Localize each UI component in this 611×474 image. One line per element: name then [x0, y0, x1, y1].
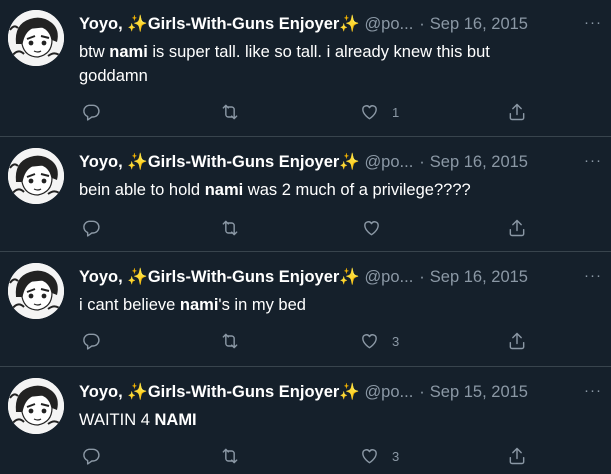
author-handle[interactable]: @po... [364, 268, 413, 286]
reply-button[interactable] [81, 100, 101, 124]
tweet-text: WAITIN 4 NAMI [79, 411, 197, 429]
tweet-text: btw nami is super tall. like so tall. i … [79, 43, 490, 85]
sparkles-emoji: ✨ [127, 383, 148, 401]
like-button[interactable]: 1 [359, 100, 399, 124]
author-name[interactable]: Yoyo, ✨Girls-With-Guns Enjoyer✨ [79, 383, 360, 401]
tweet[interactable]: Yoyo, ✨Girls-With-Guns Enjoyer✨ @po... · S… [0, 138, 611, 252]
share-icon [509, 219, 525, 237]
reply-button[interactable] [81, 216, 101, 240]
author-handle[interactable]: @po... [364, 153, 413, 171]
sparkles-emoji: ✨ [127, 268, 148, 286]
tweet-date[interactable]: Sep 15, 2015 [430, 383, 528, 401]
tweet[interactable]: Yoyo, ✨Girls-With-Guns Enjoyer✨ @po... · S… [0, 368, 611, 474]
sparkles-emoji: ✨ [339, 383, 360, 401]
share-button[interactable] [507, 216, 527, 240]
share-button[interactable] [507, 329, 527, 353]
avatar[interactable] [8, 10, 64, 66]
tweet-date[interactable]: Sep 16, 2015 [430, 268, 528, 286]
tweet-actions: 3 [79, 444, 539, 468]
tweet-actions [79, 216, 539, 240]
like-count: 3 [392, 333, 400, 349]
tweet-header: Yoyo, ✨Girls-With-Guns Enjoyer✨ @po... · S… [79, 153, 528, 171]
retweet-button[interactable] [219, 329, 241, 353]
more-icon[interactable]: ··· [581, 265, 605, 287]
reply-icon [83, 333, 100, 350]
tweet-text: bein able to hold nami was 2 much of a p… [79, 181, 471, 199]
like-count: 3 [392, 448, 400, 464]
retweet-icon [222, 333, 238, 349]
sparkles-emoji: ✨ [127, 153, 148, 171]
author-name[interactable]: Yoyo, ✨Girls-With-Guns Enjoyer✨ [79, 15, 360, 33]
author-name[interactable]: Yoyo, ✨Girls-With-Guns Enjoyer✨ [79, 268, 360, 286]
sparkles-emoji: ✨ [127, 15, 148, 33]
retweet-icon [222, 448, 238, 464]
avatar[interactable] [8, 378, 64, 434]
share-button[interactable] [507, 444, 527, 468]
tweet[interactable]: Yoyo, ✨Girls-With-Guns Enjoyer✨ @po... · S… [0, 0, 611, 137]
author-handle[interactable]: @po... [364, 15, 413, 33]
divider [0, 136, 611, 137]
more-icon[interactable]: ··· [581, 12, 605, 34]
author-name[interactable]: Yoyo, ✨Girls-With-Guns Enjoyer✨ [79, 153, 360, 171]
reply-button[interactable] [81, 329, 101, 353]
retweet-icon [222, 220, 238, 236]
reply-icon [83, 448, 100, 465]
retweet-button[interactable] [219, 216, 241, 240]
tweet-header: Yoyo, ✨Girls-With-Guns Enjoyer✨ @po... · S… [79, 268, 528, 286]
sparkles-emoji: ✨ [339, 15, 360, 33]
share-icon [509, 103, 525, 121]
tweet-header: Yoyo, ✨Girls-With-Guns Enjoyer✨ @po... · S… [79, 15, 528, 33]
reply-button[interactable] [81, 444, 101, 468]
sparkles-emoji: ✨ [339, 268, 360, 286]
divider [0, 251, 611, 252]
share-icon [509, 447, 525, 465]
heart-icon [364, 221, 379, 236]
retweet-button[interactable] [219, 444, 241, 468]
reply-icon [83, 220, 100, 237]
sparkles-emoji: ✨ [339, 153, 360, 171]
tweet[interactable]: Yoyo, ✨Girls-With-Guns Enjoyer✨ @po... · S… [0, 253, 611, 367]
share-button[interactable] [507, 100, 527, 124]
tweet-header: Yoyo, ✨Girls-With-Guns Enjoyer✨ @po... · S… [79, 383, 528, 401]
like-button[interactable]: 3 [359, 329, 399, 353]
like-count: 1 [392, 104, 400, 120]
like-button[interactable] [361, 216, 394, 240]
like-button[interactable]: 3 [359, 444, 399, 468]
more-icon[interactable]: ··· [581, 380, 605, 402]
share-icon [509, 332, 525, 350]
retweet-button[interactable] [219, 100, 241, 124]
more-icon[interactable]: ··· [581, 150, 605, 172]
heart-icon [362, 449, 377, 464]
avatar[interactable] [8, 148, 64, 204]
retweet-icon [222, 104, 238, 120]
author-handle[interactable]: @po... [364, 383, 413, 401]
tweet-actions: 3 [79, 329, 539, 353]
avatar[interactable] [8, 263, 64, 319]
tweet-actions: 1 [79, 100, 539, 124]
heart-icon [362, 105, 377, 120]
timeline: Yoyo, ✨Girls-With-Guns Enjoyer✨ @po... · S… [0, 0, 611, 474]
heart-icon [362, 334, 377, 349]
tweet-date[interactable]: Sep 16, 2015 [430, 15, 528, 33]
divider [0, 366, 611, 367]
reply-icon [83, 104, 100, 121]
tweet-date[interactable]: Sep 16, 2015 [430, 153, 528, 171]
tweet-text: i cant believe nami's in my bed [79, 296, 306, 314]
